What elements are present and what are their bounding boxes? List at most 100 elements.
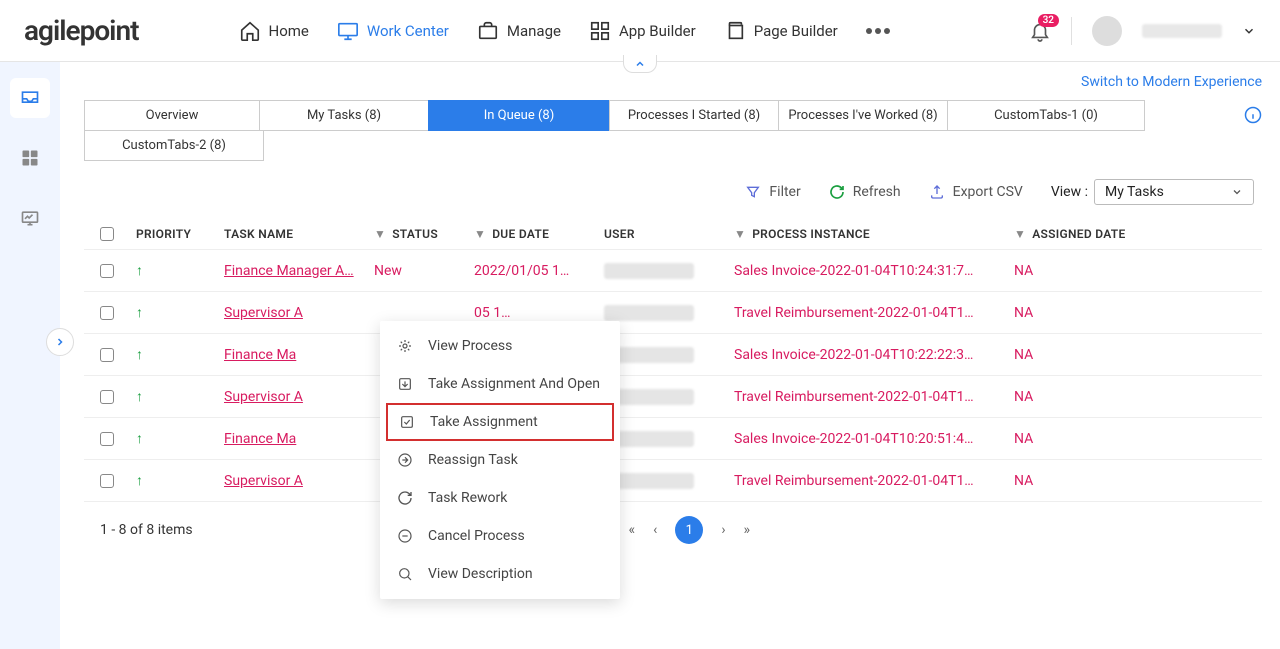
topbar-right: 32 [1029,16,1256,46]
tab-row-2: CustomTabs-2 (8) [84,131,1145,161]
row-checkbox[interactable] [100,348,114,362]
nav-page-builder[interactable]: Page Builder [724,20,838,42]
refresh-label: Refresh [853,184,901,200]
task-link[interactable]: Supervisor A [224,473,303,489]
context-menu-item[interactable]: Task Rework [380,479,620,517]
view-label: View : [1051,184,1088,200]
collapse-header-tab[interactable] [623,55,657,73]
sidebar-expand-button[interactable] [46,328,74,356]
header-priority[interactable]: PRIORITY [136,227,224,241]
context-menu-item[interactable]: Take Assignment [386,403,614,441]
table-row: ↑ Supervisor A 05 1… Travel Reimbursemen… [84,291,1262,333]
menu-label: View Description [428,566,533,582]
info-button[interactable] [1244,100,1262,124]
header-status[interactable]: ▼STATUS [374,227,474,241]
header-user[interactable]: USER [604,227,734,241]
tab-my-tasks[interactable]: My Tasks (8) [259,100,429,131]
context-menu-item[interactable]: View Description [380,555,620,593]
filter-icon: ▼ [1014,227,1026,241]
nav-manage[interactable]: Manage [477,20,561,42]
header-task[interactable]: TASK NAME [224,227,374,241]
refresh-button[interactable]: Refresh [829,184,901,200]
switch-experience-link[interactable]: Switch to Modern Experience [1081,74,1262,90]
more-icon [866,28,890,34]
context-menu-item[interactable]: Cancel Process [380,517,620,555]
export-button[interactable]: Export CSV [929,184,1023,200]
context-menu: View Process Take Assignment And Open Take… [380,321,620,599]
tab-custom-1[interactable]: CustomTabs-1 (0) [947,100,1145,131]
tab-processes-worked[interactable]: Processes I've Worked (8) [778,100,948,131]
left-sidebar [0,62,60,649]
page-next[interactable]: › [721,522,725,538]
nav-app-builder[interactable]: App Builder [589,20,696,42]
row-checkbox[interactable] [100,264,114,278]
menu-icon [396,565,414,583]
export-label: Export CSV [953,184,1023,200]
nav-more[interactable] [866,28,890,34]
table-row: ↑ Finance Ma 05 1… Sales Invoice-2022-01… [84,333,1262,375]
table-footer: 1 - 8 of 8 items « ‹ 1 › » [84,501,1262,558]
notifications[interactable]: 32 [1029,20,1051,42]
row-checkbox[interactable] [100,432,114,446]
tab-processes-started[interactable]: Processes I Started (8) [609,100,779,131]
row-checkbox[interactable] [100,306,114,320]
context-menu-item[interactable]: View Process [380,327,620,365]
nav-work-center[interactable]: Work Center [337,20,449,42]
task-link[interactable]: Finance Manager A… [224,263,354,279]
menu-label: Task Rework [428,490,507,506]
nav-home[interactable]: Home [239,20,309,42]
grid-icon [20,148,40,168]
menu-icon [396,527,414,545]
task-link[interactable]: Supervisor A [224,389,303,405]
row-checkbox[interactable] [100,474,114,488]
chevron-right-icon [54,336,66,348]
tab-custom-2[interactable]: CustomTabs-2 (8) [84,131,264,161]
select-all-checkbox[interactable] [100,227,114,241]
top-nav: Home Work Center Manage App Builder Page… [239,20,890,42]
user-avatar[interactable] [1092,16,1122,46]
sidebar-analytics[interactable] [10,198,50,238]
menu-label: View Process [428,338,512,354]
assigned-date: NA [1014,431,1033,447]
nav-work-center-label: Work Center [367,22,449,40]
tab-in-queue[interactable]: In Queue (8) [428,100,610,131]
process-instance: Travel Reimbursement-2022-01-04T1… [734,305,974,321]
header-assigned[interactable]: ▼ASSIGNED DATE [1014,227,1154,241]
chevron-down-icon[interactable] [1242,24,1256,38]
context-menu-item[interactable]: Take Assignment And Open [380,365,620,403]
sidebar-apps[interactable] [10,138,50,178]
priority-arrow-icon: ↑ [136,305,143,321]
page-prev[interactable]: ‹ [653,522,657,538]
apps-icon [589,20,611,42]
header-due[interactable]: ▼DUE DATE [474,227,604,241]
task-link[interactable]: Supervisor A [224,305,303,321]
tab-overview[interactable]: Overview [84,100,260,131]
task-link[interactable]: Finance Ma [224,347,296,363]
row-checkbox[interactable] [100,390,114,404]
filter-label: Filter [769,184,800,200]
table-row: ↑ Supervisor A 05 1… Travel Reimbursemen… [84,459,1262,501]
user-name-redacted [1142,24,1222,38]
pages-icon [724,20,746,42]
table-row: ↑ Finance Ma 05 1… Sales Invoice-2022-01… [84,417,1262,459]
page-current[interactable]: 1 [675,516,703,544]
tab-row-1: Overview My Tasks (8) In Queue (8) Proce… [84,100,1145,131]
view-select[interactable]: My Tasks [1094,179,1254,205]
sidebar-inbox[interactable] [10,78,50,118]
due-date: 05 1… [474,305,510,321]
filter-icon: ▼ [734,227,746,241]
nav-manage-label: Manage [507,22,561,40]
divider [1071,17,1072,45]
page-last[interactable]: » [744,522,751,538]
menu-icon [398,413,416,431]
filter-button[interactable]: Filter [745,184,800,200]
chevron-up-icon [634,58,646,70]
task-link[interactable]: Finance Ma [224,431,296,447]
notification-badge: 32 [1038,14,1059,27]
menu-label: Take Assignment And Open [428,376,600,392]
menu-icon [396,337,414,355]
page-first[interactable]: « [629,522,636,538]
header-process[interactable]: ▼PROCESS INSTANCE [734,227,1014,241]
context-menu-item[interactable]: Reassign Task [380,441,620,479]
priority-arrow-icon: ↑ [136,389,143,405]
